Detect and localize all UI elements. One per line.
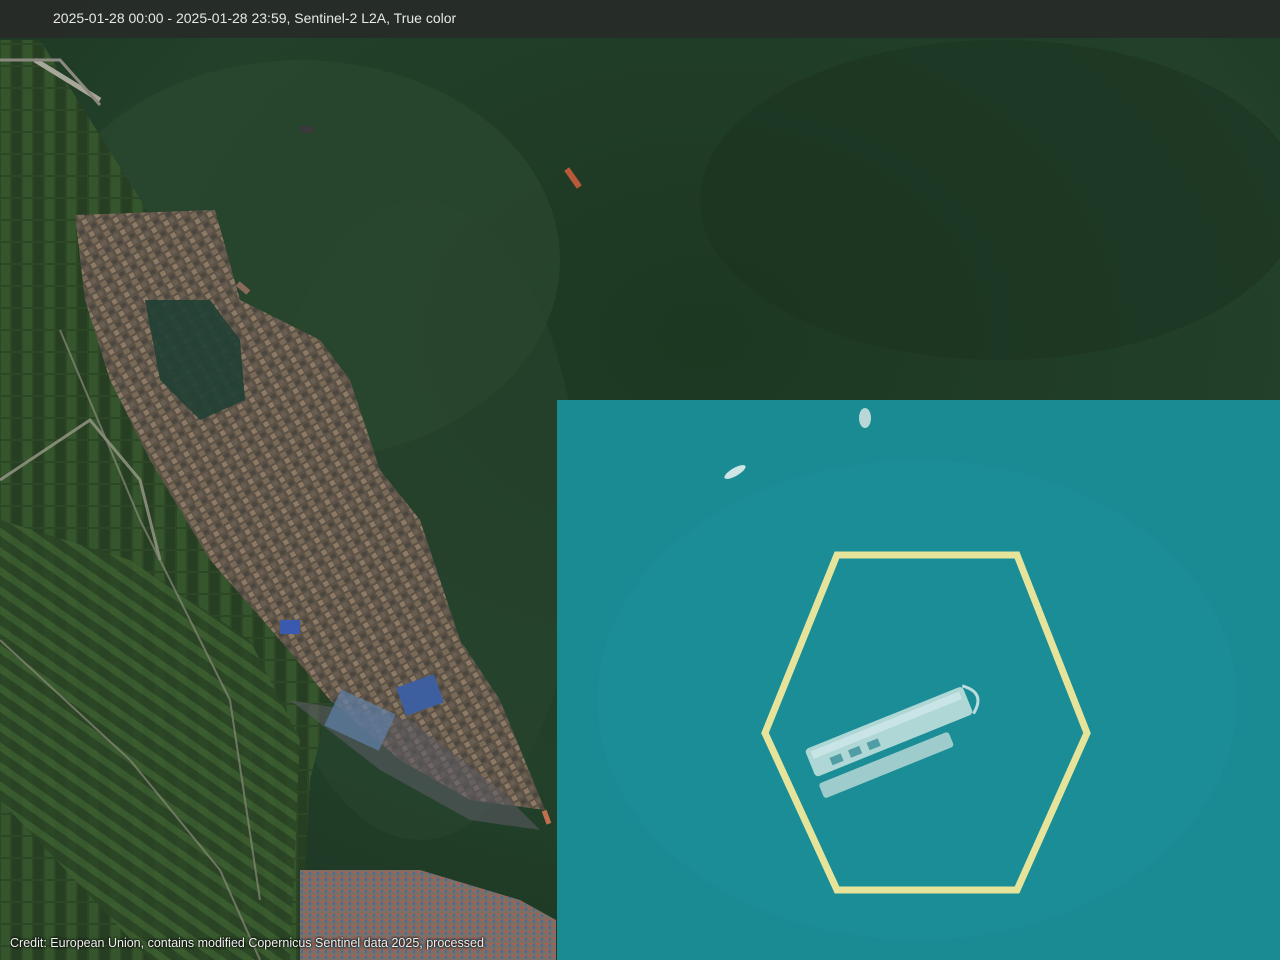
credit-text: Credit: European Union, contains modifie… [10, 936, 484, 950]
header-bar: 2025-01-28 00:00 - 2025-01-28 23:59, Sen… [0, 0, 1280, 38]
inset-zoom-panel [557, 400, 1280, 960]
date-range-label: 2025-01-28 00:00 - 2025-01-28 23:59, Sen… [53, 10, 457, 26]
